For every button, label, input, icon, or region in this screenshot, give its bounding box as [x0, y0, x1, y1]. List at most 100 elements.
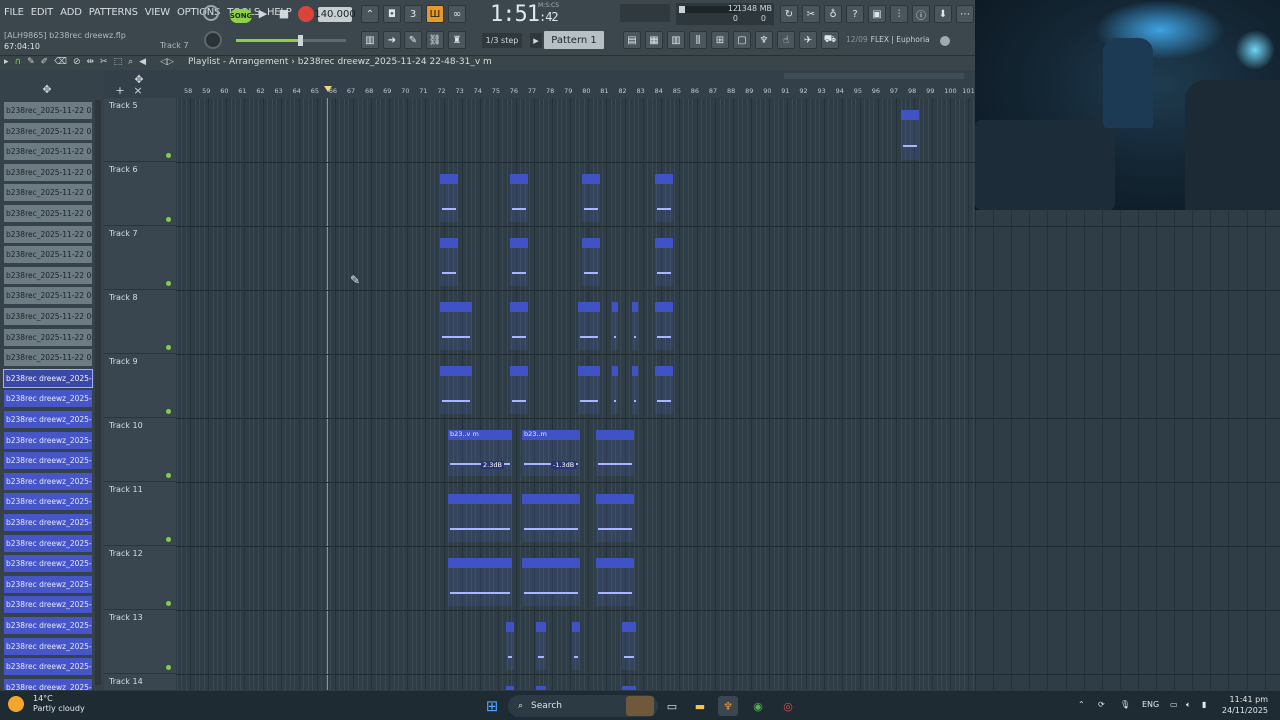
picker-item[interactable]: b238rec_2025-11-22 06-... [4, 225, 92, 243]
track-active-led[interactable] [166, 217, 171, 222]
master-pitch-slider[interactable] [236, 35, 346, 46]
download-icon[interactable]: ⬇ [934, 5, 952, 23]
playhead-marker[interactable] [324, 86, 332, 92]
audio-clip[interactable] [655, 302, 673, 350]
more-icon[interactable]: ⋯ [956, 5, 974, 23]
file-explorer-icon[interactable]: ▬ [690, 696, 710, 716]
audio-clip[interactable] [612, 366, 618, 414]
audio-clip[interactable] [440, 366, 472, 414]
save-icon[interactable]: ▣ [868, 5, 886, 23]
add-track-icon[interactable]: + [115, 84, 124, 97]
audio-clip[interactable]: b23..m [522, 430, 580, 476]
audio-clip[interactable] [440, 302, 472, 350]
info-icon[interactable]: ⓘ [912, 5, 930, 23]
menu-edit[interactable]: EDIT [31, 7, 53, 18]
volume-icon[interactable]: 🔈︎ [1186, 700, 1191, 710]
picker-item[interactable]: b238rec_2025-11-22 06-... [4, 328, 92, 346]
refresh-icon[interactable] [203, 5, 219, 21]
brush-icon[interactable]: ✎ [404, 31, 422, 49]
track-header[interactable]: Track 8 [104, 290, 176, 354]
audio-clip[interactable] [506, 622, 514, 670]
playback-icon[interactable]: ◀ [139, 57, 146, 67]
picker-item[interactable]: b238rec dreewz_2025-11... [4, 431, 92, 449]
track-header[interactable]: Track 6 [104, 162, 176, 226]
audio-clip[interactable] [440, 174, 458, 222]
audio-clip[interactable] [522, 558, 580, 606]
track-header[interactable]: Track 5 [104, 98, 176, 162]
track-active-led[interactable] [166, 345, 171, 350]
draw-icon[interactable]: ✎ [27, 57, 35, 67]
picker-item[interactable]: b238rec_2025-11-22 06-... [4, 246, 92, 264]
undo-icon[interactable]: ↻ [780, 5, 798, 23]
stop-icon[interactable]: ■ [277, 6, 291, 20]
help-icon[interactable]: ? [846, 5, 864, 23]
browser-icon[interactable]: ⊞ [711, 31, 729, 49]
picker-item[interactable]: b238rec_2025-11-22 06-... [4, 287, 92, 305]
picker-item[interactable]: b238rec dreewz_2025-11... [4, 390, 92, 408]
menu-arrow-icon[interactable]: ▸ [4, 57, 9, 67]
audio-clip[interactable] [655, 238, 673, 286]
picker-move-icon[interactable]: ✥ [40, 82, 54, 96]
picker-scrollbar[interactable] [95, 100, 101, 685]
audio-clip[interactable] [596, 430, 634, 476]
track-active-led[interactable] [166, 153, 171, 158]
picker-item[interactable]: b238rec_2025-11-22 05-... [4, 122, 92, 140]
track-active-led[interactable] [166, 665, 171, 670]
sync-icon[interactable]: ⟳ [1098, 700, 1105, 709]
track-active-led[interactable] [166, 601, 171, 606]
audio-clip[interactable] [901, 110, 919, 160]
slice-icon[interactable]: ✂ [100, 57, 108, 67]
piano-roll-icon[interactable]: ▥ [667, 31, 685, 49]
chrome-icon[interactable]: ◉ [748, 696, 768, 716]
picker-item[interactable]: b238rec_2025-11-22 06-... [4, 266, 92, 284]
audio-clip[interactable] [536, 622, 546, 670]
slip-icon[interactable]: ⇹ [87, 57, 95, 67]
picker-item[interactable]: b238rec_2025-11-22 06-... [4, 143, 92, 161]
audio-clip[interactable] [596, 558, 634, 606]
picker-item[interactable]: b238rec_2025-11-22 06-... [4, 308, 92, 325]
wait-icon[interactable]: ◘ [383, 5, 401, 23]
piano-icon[interactable]: ▥ [361, 31, 379, 49]
audio-clip[interactable] [632, 302, 638, 350]
track-header[interactable]: Track 7 [104, 226, 176, 290]
app-icon[interactable]: ◎ [778, 696, 798, 716]
audio-clip[interactable] [622, 622, 636, 670]
record-icon[interactable] [298, 6, 314, 22]
network-icon[interactable]: ▭ [1170, 700, 1178, 709]
audio-clip[interactable] [582, 238, 600, 286]
plugin-picker-icon[interactable]: ♆ [755, 31, 773, 49]
mic-tray-icon[interactable]: 🎙︎ [1120, 700, 1130, 709]
fl-studio-icon[interactable]: ♆ [718, 696, 738, 716]
picker-item[interactable]: b238rec dreewz_2025-11... [4, 658, 92, 676]
track-active-led[interactable] [166, 409, 171, 414]
pattern-prev-icon[interactable]: ▸ [530, 33, 542, 48]
ruler-move-icon[interactable]: ✥ [134, 73, 144, 86]
menu-view[interactable]: VIEW [145, 7, 170, 18]
blend-notes-icon[interactable]: Ш [426, 5, 444, 23]
audio-clip[interactable] [632, 366, 638, 414]
audio-clip[interactable] [510, 174, 528, 222]
plugin-news[interactable]: 12/09 FLEX | Euphoria [846, 35, 930, 44]
picker-item[interactable]: b238rec_2025-11-22 05-... [4, 102, 92, 119]
plugin-db-icon[interactable]: ▢ [733, 31, 751, 49]
track-header[interactable]: Track 12 [104, 546, 176, 610]
loop-record-icon[interactable]: ∞ [448, 5, 466, 23]
metronome-icon[interactable]: ⌃ [361, 5, 379, 23]
picker-item[interactable]: b238rec_2025-11-22 06-... [4, 184, 92, 202]
picker-item[interactable]: b238rec dreewz_2025-11... [4, 472, 92, 490]
audio-clip[interactable] [448, 558, 512, 606]
tray-chevron-icon[interactable]: ⌃ [1078, 700, 1085, 709]
audio-clip[interactable] [440, 238, 458, 286]
select-icon[interactable]: ⬚ [114, 57, 123, 67]
track-active-led[interactable] [166, 281, 171, 286]
audio-clip[interactable] [655, 174, 673, 222]
audio-clip[interactable] [510, 302, 528, 350]
picker-item[interactable]: b238rec dreewz_2025-11... [4, 493, 92, 511]
magnet-icon[interactable]: ∩ [15, 57, 22, 67]
picker-item[interactable]: b238rec dreewz_2025-11... [4, 617, 92, 634]
track-header[interactable]: Track 10 [104, 418, 176, 482]
script-icon[interactable]: ✈ [799, 31, 817, 49]
audio-clip[interactable] [522, 494, 580, 542]
arrow-icon[interactable]: ➜ [383, 31, 401, 49]
horizontal-scrollbar[interactable] [784, 73, 964, 79]
